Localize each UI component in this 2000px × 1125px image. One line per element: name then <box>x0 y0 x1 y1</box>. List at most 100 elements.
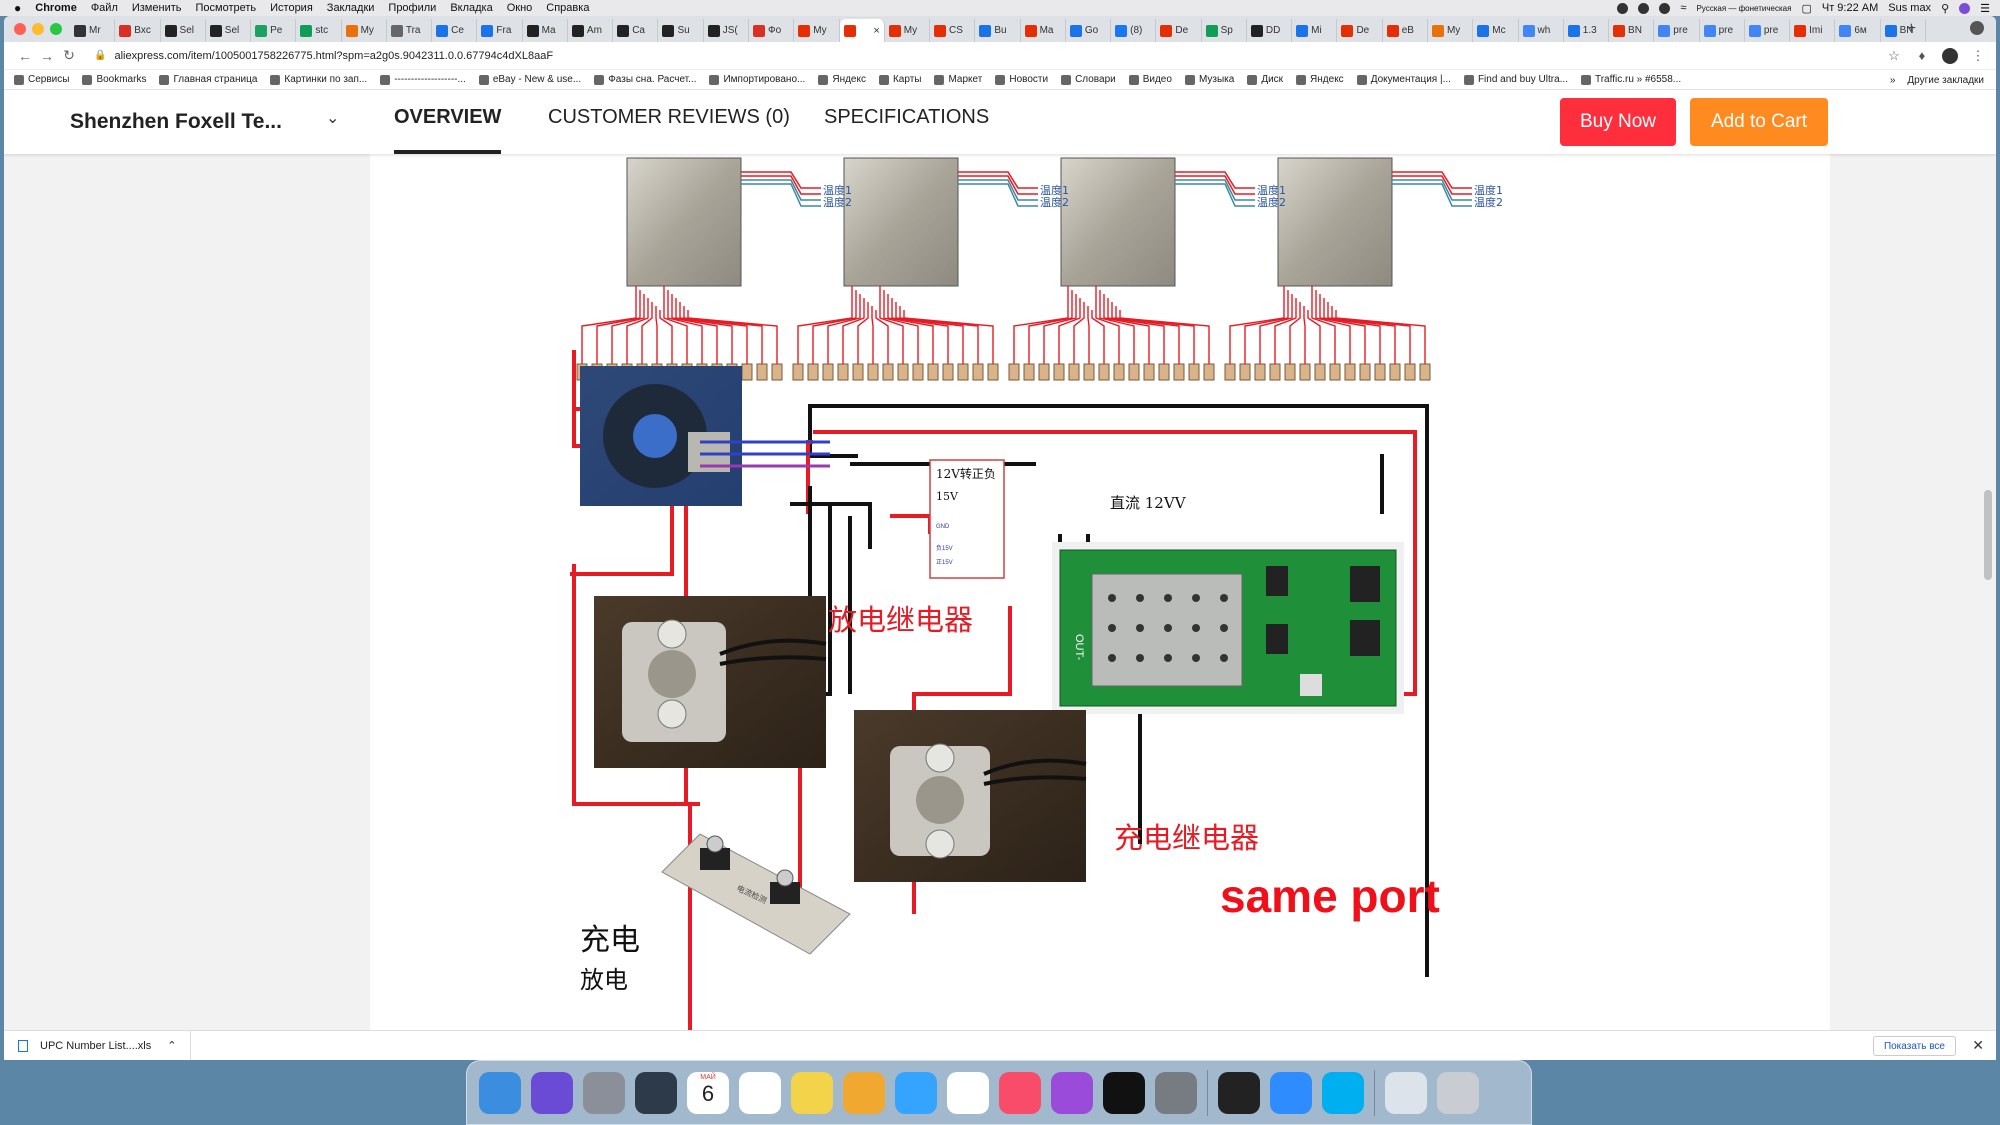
bookmark-item[interactable]: Яндекс <box>1296 74 1344 85</box>
bookmark-item[interactable]: -------------------... <box>380 74 466 85</box>
maximize-window-button[interactable] <box>50 23 62 35</box>
bookmark-item[interactable]: Видео <box>1128 74 1172 85</box>
dock-terminal-icon[interactable] <box>1218 1071 1260 1114</box>
show-all-downloads-button[interactable]: Показать все <box>1872 1036 1956 1056</box>
bookmark-item[interactable]: Диск <box>1247 74 1283 85</box>
bookmark-item[interactable]: Traffic.ru » #6558... <box>1580 74 1681 85</box>
control-center-icon[interactable]: ☰ <box>1980 2 1990 15</box>
dock-finder-icon[interactable] <box>479 1071 521 1114</box>
browser-tab[interactable]: wh <box>1519 19 1564 42</box>
browser-tab[interactable]: pre <box>1745 19 1791 42</box>
menu-profiles[interactable]: Профили <box>388 2 436 14</box>
browser-tab[interactable]: BN <box>1609 19 1655 42</box>
browser-tab[interactable]: 1.3 <box>1564 19 1610 42</box>
browser-tab[interactable]: × <box>839 19 885 42</box>
browser-tab[interactable]: Bu <box>975 19 1021 42</box>
menubar-clock[interactable]: Чт 9:22 AM <box>1822 2 1878 14</box>
dock-tv-icon[interactable] <box>1103 1071 1145 1114</box>
browser-tab[interactable]: Sel <box>206 19 252 42</box>
browser-tab[interactable]: Sel <box>161 19 206 42</box>
bookmark-item[interactable]: Bookmarks <box>82 74 146 85</box>
bookmarks-more-button[interactable]: » <box>1890 75 1896 86</box>
browser-tab[interactable]: De <box>1337 19 1383 42</box>
siri-icon[interactable] <box>1959 2 1971 14</box>
browser-tab[interactable]: Fra <box>477 19 523 42</box>
dock-downloads-icon[interactable] <box>1385 1071 1427 1114</box>
browser-tab[interactable]: My <box>885 19 931 42</box>
dock-mission-control-icon[interactable] <box>635 1071 677 1114</box>
bookmark-item[interactable]: Картинки по зап... <box>270 74 367 85</box>
browser-tab[interactable]: Ma <box>1021 19 1066 42</box>
browser-tab[interactable]: Pe <box>251 19 297 42</box>
bookmark-item[interactable]: eBay - New & use... <box>478 74 581 85</box>
browser-tab[interactable]: BN <box>1881 19 1926 42</box>
extensions-icon[interactable]: ♦ <box>1914 48 1930 64</box>
tab-customer-reviews[interactable]: CUSTOMER REVIEWS (0) <box>548 106 790 154</box>
lock-icon[interactable]: 🔒 <box>94 50 106 61</box>
tab-search-icon[interactable] <box>1970 21 1984 35</box>
dock-launchpad-icon[interactable] <box>583 1071 625 1114</box>
close-window-button[interactable] <box>14 23 26 35</box>
browser-tab[interactable]: pre <box>1654 19 1700 42</box>
browser-tab[interactable]: De <box>1156 19 1202 42</box>
close-tab-icon[interactable]: × <box>873 25 879 37</box>
browser-tab[interactable]: Tra <box>387 19 433 42</box>
chrome-menu-icon[interactable]: ⋮ <box>1970 48 1986 64</box>
bookmark-item[interactable]: Сервисы <box>14 74 69 85</box>
dock-photos-icon[interactable] <box>843 1071 885 1114</box>
bookmark-item[interactable]: Музыка <box>1184 74 1234 85</box>
bookmark-item[interactable]: Импортировано... <box>709 74 805 85</box>
bookmark-item[interactable]: Фазы сна. Расчет... <box>594 74 696 85</box>
browser-tab[interactable]: (8) <box>1111 19 1157 42</box>
menu-window[interactable]: Окно <box>507 2 533 14</box>
spotlight-icon[interactable]: ⚲ <box>1941 2 1949 15</box>
browser-tab[interactable]: Go <box>1066 19 1112 42</box>
menu-history[interactable]: История <box>270 2 313 14</box>
dock-safari-icon[interactable] <box>1270 1071 1312 1114</box>
dock-music-icon[interactable] <box>999 1071 1041 1114</box>
apple-menu-icon[interactable]: ● <box>14 1 21 15</box>
keyboard-layout[interactable]: Русская — фонетическая <box>1696 4 1791 13</box>
browser-tab[interactable]: 6м <box>1835 19 1881 42</box>
other-bookmarks-folder[interactable]: Другие закладки <box>1907 75 1984 86</box>
menu-chrome[interactable]: Chrome <box>35 2 77 14</box>
chevron-up-icon[interactable]: ⌃ <box>167 1039 176 1052</box>
new-tab-button[interactable]: + <box>1907 20 1916 38</box>
forward-button[interactable]: → <box>36 48 58 64</box>
browser-tab[interactable]: Mi <box>1292 19 1338 42</box>
reload-button[interactable]: ↻ <box>58 47 80 64</box>
browser-tab[interactable]: Ma <box>523 19 568 42</box>
dock-chrome-icon[interactable] <box>947 1071 989 1114</box>
menu-file[interactable]: Файл <box>91 2 118 14</box>
browser-tab[interactable]: My <box>794 19 840 42</box>
menubar-app-icon[interactable] <box>1617 2 1629 14</box>
menu-edit[interactable]: Изменить <box>132 2 182 14</box>
dock-trash-icon[interactable] <box>1437 1071 1479 1114</box>
browser-tab[interactable]: Mr <box>70 19 116 42</box>
add-to-cart-button[interactable]: Add to Cart <box>1690 98 1828 146</box>
menu-tab[interactable]: Вкладка <box>450 2 492 14</box>
bookmark-item[interactable]: Яндекс <box>818 74 866 85</box>
bookmark-item[interactable]: Маркет <box>934 74 982 85</box>
dock-skype-icon[interactable] <box>1322 1071 1364 1114</box>
browser-tab[interactable]: pre <box>1700 19 1745 42</box>
tab-overview[interactable]: OVERVIEW <box>394 106 502 154</box>
bluetooth-icon[interactable] <box>1659 2 1671 14</box>
menu-bookmarks[interactable]: Закладки <box>327 2 375 14</box>
bookmark-item[interactable]: Find and buy Ultra... <box>1463 74 1568 85</box>
bookmark-item[interactable]: Документация |... <box>1356 74 1451 85</box>
buy-now-button[interactable]: Buy Now <box>1560 98 1676 146</box>
tab-specifications[interactable]: SPECIFICATIONS <box>824 106 989 154</box>
menu-help[interactable]: Справка <box>546 2 589 14</box>
bookmark-item[interactable]: Главная страница <box>159 74 257 85</box>
download-item[interactable]: UPC Number List....xls ⌃ <box>4 1031 192 1060</box>
browser-tab[interactable]: Mc <box>1473 19 1519 42</box>
download-filename[interactable]: UPC Number List....xls <box>40 1040 151 1052</box>
wifi-icon[interactable]: ≈ <box>1680 2 1686 14</box>
minimize-window-button[interactable] <box>32 23 44 35</box>
menu-view[interactable]: Посмотреть <box>195 2 256 14</box>
dock-notes-icon[interactable] <box>791 1071 833 1114</box>
browser-tab[interactable]: Ca <box>613 19 659 42</box>
close-icon[interactable]: ✕ <box>1972 1037 1984 1054</box>
browser-tab[interactable]: Am <box>568 19 614 42</box>
